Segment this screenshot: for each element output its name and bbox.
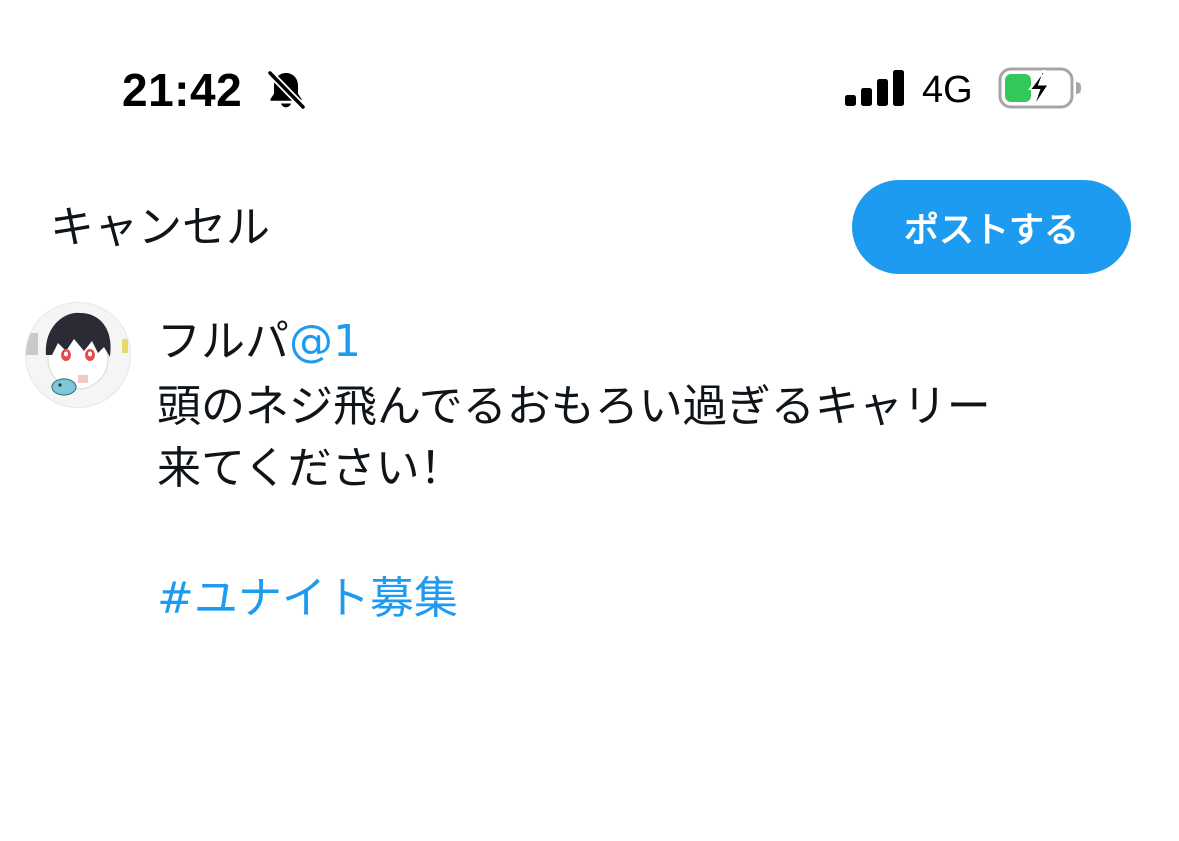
post-button[interactable]: ポストする xyxy=(852,180,1131,274)
cancel-button[interactable]: キャンセル xyxy=(50,198,270,258)
bell-slash-icon xyxy=(266,69,307,111)
post-text-line: 来てください！ xyxy=(157,443,464,494)
post-text-line: 頭のネジ飛んでるおもろい過ぎるキャリー xyxy=(157,381,991,432)
hashtag-link[interactable]: #ユナイト募集 xyxy=(157,568,458,630)
avatar-illustration xyxy=(26,303,130,407)
status-bar: 21:42 4G xyxy=(0,0,1179,150)
status-time: 21:42 xyxy=(122,64,243,116)
compose-screen: 21:42 4G キャンセル ポストする フルパ@1 頭のネジ飛んでるおもろい過… xyxy=(0,0,1179,841)
cellular-signal-icon xyxy=(845,70,904,106)
post-text-area[interactable]: 頭のネジ飛んでるおもろい過ぎるキャリー 来てください！ xyxy=(157,376,1137,500)
network-type: 4G xyxy=(922,69,973,111)
author-line: フルパ@1 xyxy=(157,314,361,370)
author-handle: @1 xyxy=(289,316,361,367)
avatar[interactable] xyxy=(26,303,130,407)
author-name: フルパ xyxy=(157,316,289,367)
battery-charging-icon xyxy=(998,67,1081,109)
